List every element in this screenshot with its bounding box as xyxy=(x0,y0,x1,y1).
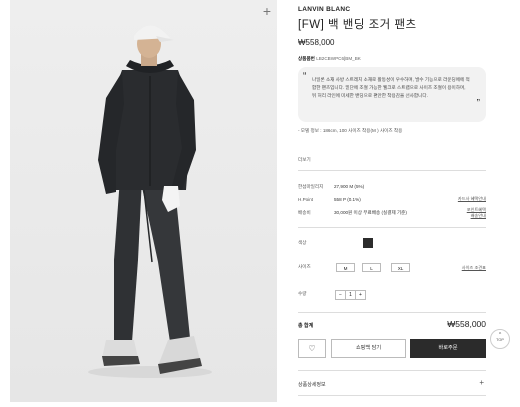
description-box: “ 나일론 소재 사방 스트레치 소재로 활동성이 우수하며, 발수 기능으로 … xyxy=(298,67,486,122)
size-option-l[interactable]: L xyxy=(362,263,381,272)
scroll-top-button[interactable]: ^ TOP xyxy=(490,329,510,349)
product-title: [FW] 백 밴딩 조거 팬츠 xyxy=(298,19,417,31)
size-label: 사이즈 xyxy=(298,264,311,269)
points-label: 한섬마일리지 xyxy=(298,184,324,189)
color-swatch[interactable] xyxy=(363,238,373,248)
divider xyxy=(298,170,486,171)
size-option-xl[interactable]: XL xyxy=(391,263,410,272)
expand-plus-icon[interactable]: + xyxy=(479,378,484,387)
brand-name[interactable]: LANVIN BLANC xyxy=(298,6,350,13)
buy-now-button[interactable]: 바로주문 xyxy=(410,339,486,358)
description-text: 나일론 소재 사방 스트레치 소재로 활동성이 우수하며, 발수 기능으로 라운… xyxy=(312,77,470,98)
shipping-info-link[interactable]: 배송안내 xyxy=(471,213,486,219)
product-detail-accordion[interactable]: 상품상세정보 xyxy=(298,381,326,388)
divider xyxy=(298,312,486,313)
product-code-value: LB2CBWPC6[BM_BK xyxy=(316,56,361,61)
total-price: ₩558,000 xyxy=(447,319,486,329)
more-link[interactable]: 더보기 xyxy=(298,157,311,163)
model-info: - 모델 정보 : 186cm, 100 사이즈 착용(M ) 사이즈 착용 xyxy=(298,128,403,133)
product-image[interactable]: + xyxy=(10,0,277,402)
points-value: 27,900 M (5%) xyxy=(334,184,365,189)
quantity-plus-button[interactable]: + xyxy=(356,291,365,299)
size-guide-link[interactable]: 사이즈 조견표 xyxy=(462,265,486,271)
hpoint-label: H.Point xyxy=(298,197,314,202)
zoom-icon[interactable]: + xyxy=(263,4,271,18)
divider xyxy=(298,395,486,396)
quote-close-icon: ” xyxy=(476,98,480,109)
quote-open-icon: “ xyxy=(303,71,307,82)
quantity-label: 수량 xyxy=(298,291,307,296)
card-benefit-link[interactable]: 카드사 혜택안내 xyxy=(458,196,486,202)
model-figure xyxy=(10,0,277,402)
shipping-value: 30,000원 이상 무료배송 (실결제 기준) xyxy=(334,210,407,215)
product-price: ₩558,000 xyxy=(298,38,335,47)
hpoint-value: 558 P (0.1%) xyxy=(334,197,361,202)
shipping-label: 배송비 xyxy=(298,210,311,215)
add-to-bag-button[interactable]: 쇼핑백 담기 xyxy=(331,339,406,358)
quantity-stepper: − 1 + xyxy=(335,290,366,300)
top-label: TOP xyxy=(496,338,504,342)
total-label: 총 합계 xyxy=(298,323,314,329)
quantity-minus-button[interactable]: − xyxy=(336,291,345,299)
divider xyxy=(298,227,486,228)
quantity-value[interactable]: 1 xyxy=(345,291,356,299)
color-label: 색상 xyxy=(298,240,307,245)
divider xyxy=(298,370,486,371)
wishlist-button[interactable]: ♡ xyxy=(298,339,326,358)
product-code-label: 상품품번 xyxy=(298,56,315,61)
heart-icon: ♡ xyxy=(308,344,316,353)
product-code: 상품품번 LB2CBWPC6[BM_BK xyxy=(298,56,361,62)
size-option-m[interactable]: M xyxy=(336,263,355,272)
